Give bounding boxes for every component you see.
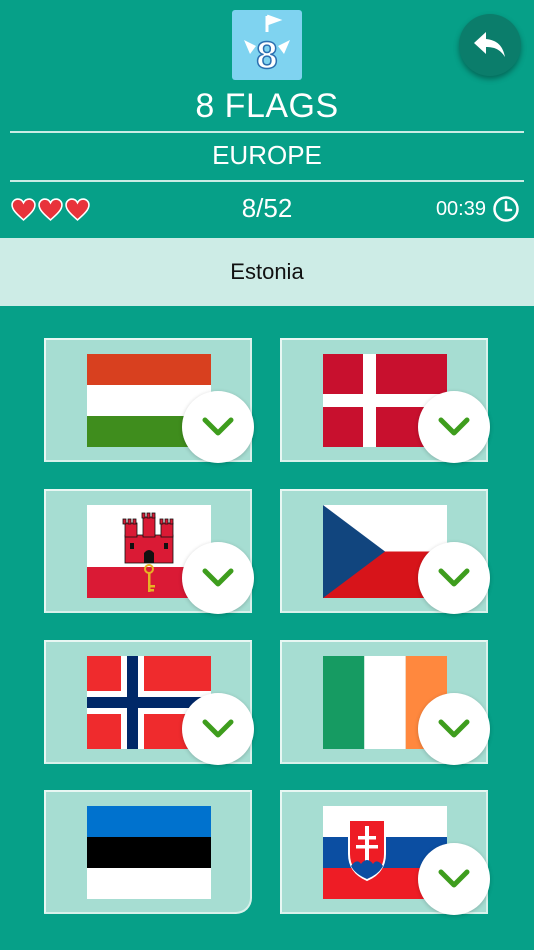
check-badge xyxy=(418,542,490,614)
clock-icon xyxy=(493,196,519,222)
chevron-down-icon xyxy=(438,719,470,738)
flag-card-czech-republic[interactable] xyxy=(280,489,490,614)
check-badge xyxy=(418,843,490,915)
divider xyxy=(10,180,524,182)
flag-card-ireland[interactable] xyxy=(280,640,490,765)
flag-card-hungary[interactable] xyxy=(44,338,254,463)
app-logo: 8 xyxy=(232,10,302,80)
logo-number: 8 xyxy=(256,35,277,77)
region-label: EUROPE xyxy=(212,140,322,170)
back-button[interactable] xyxy=(459,14,521,76)
check-badge xyxy=(182,542,254,614)
check-badge xyxy=(182,391,254,463)
flag-card-gibraltar[interactable] xyxy=(44,489,254,614)
check-badge xyxy=(418,693,490,765)
chevron-down-icon xyxy=(438,869,470,888)
flag-card-norway[interactable] xyxy=(44,640,254,765)
chevron-down-icon xyxy=(202,719,234,738)
flag-card-estonia[interactable] xyxy=(44,790,252,914)
timer: 00:39 xyxy=(436,195,520,223)
chevron-down-icon xyxy=(438,417,470,436)
flag-estonia xyxy=(87,806,211,899)
timer-value: 00:39 xyxy=(435,197,486,220)
logo-flag-icon: 8 xyxy=(244,14,290,78)
back-arrow-icon xyxy=(474,32,505,57)
check-badge xyxy=(418,391,490,463)
chevron-down-icon xyxy=(202,568,234,587)
question-country: Estonia xyxy=(230,259,304,284)
check-badge xyxy=(182,693,254,765)
page-title: 8 FLAGS xyxy=(195,87,339,125)
divider xyxy=(10,131,524,133)
chevron-down-icon xyxy=(438,568,470,587)
flag-card-slovakia[interactable] xyxy=(280,790,490,915)
question-bar: Estonia xyxy=(0,238,534,306)
chevron-down-icon xyxy=(202,417,234,436)
flag-card-denmark[interactable] xyxy=(280,338,490,463)
